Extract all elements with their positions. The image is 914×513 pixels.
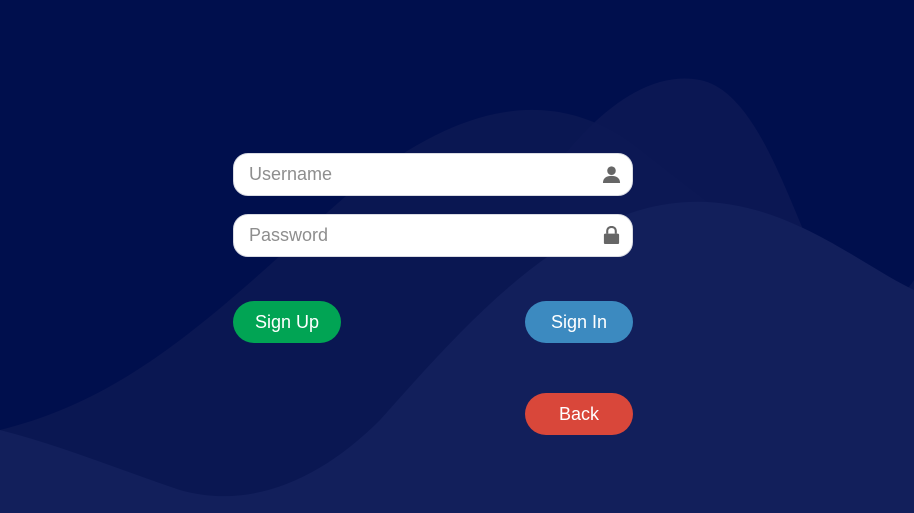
username-field[interactable] [233, 153, 633, 196]
user-icon [602, 166, 621, 184]
sign-in-button[interactable]: Sign In [525, 301, 633, 343]
lock-icon [603, 226, 620, 245]
sign-up-button[interactable]: Sign Up [233, 301, 341, 343]
password-input[interactable] [234, 215, 594, 256]
back-button[interactable]: Back [525, 393, 633, 435]
password-field[interactable] [233, 214, 633, 257]
username-input[interactable] [234, 154, 594, 195]
